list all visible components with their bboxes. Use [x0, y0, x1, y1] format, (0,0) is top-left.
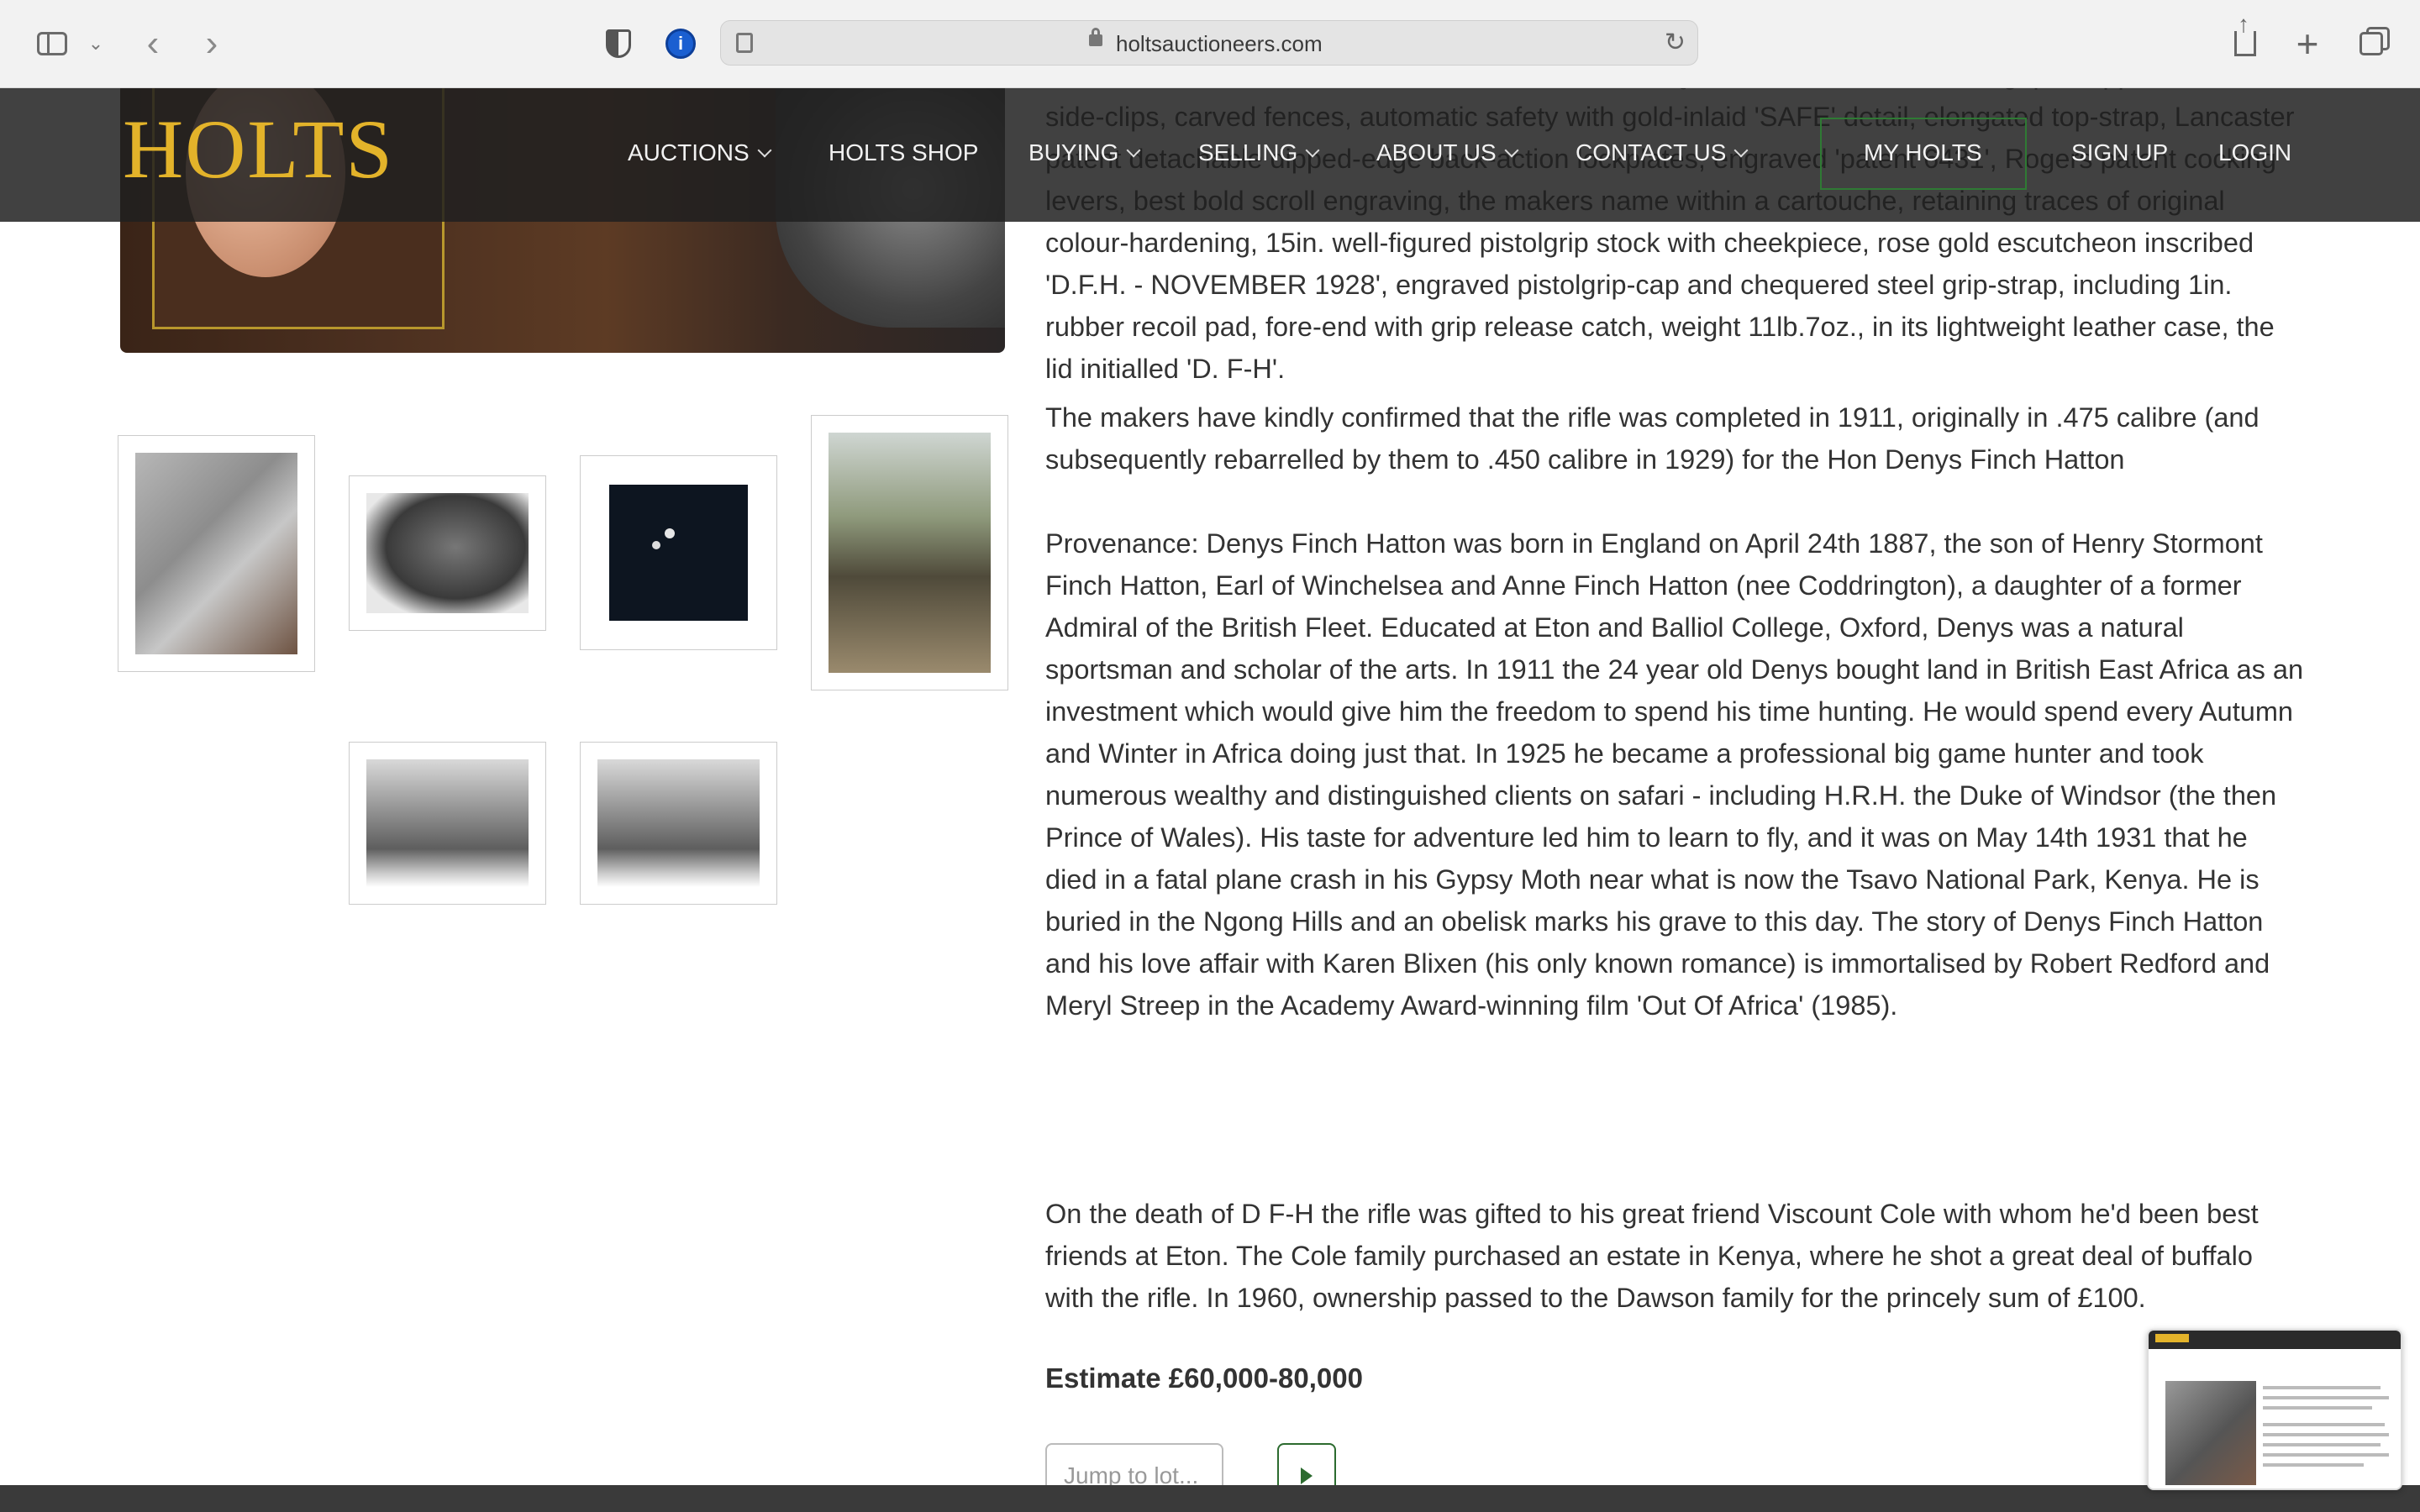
- nav-buying[interactable]: BUYING: [1028, 139, 1141, 166]
- nav-auctions-label: AUCTIONS: [628, 139, 750, 165]
- lot-thumbnail-photo-2[interactable]: [580, 742, 777, 905]
- lot-thumbnail-hunter[interactable]: [811, 415, 1008, 690]
- preview-line: [2263, 1396, 2389, 1399]
- forward-icon[interactable]: ›: [193, 25, 230, 62]
- nav-holts-shop[interactable]: HOLTS SHOP: [829, 139, 978, 166]
- page-icon: [736, 33, 753, 53]
- site-header: HOLTS AUCTIONS HOLTS SHOP BUYING SELLING…: [0, 87, 2420, 222]
- browser-toolbar: ⌄ ‹ › i holtsauctioneers.com ↻ +: [0, 0, 2420, 88]
- lot-thumbnail-photo-1[interactable]: [349, 742, 546, 905]
- tab-overview-icon[interactable]: [2353, 25, 2390, 62]
- lot-thumbnail-buffalo[interactable]: [349, 475, 546, 631]
- address-bar[interactable]: holtsauctioneers.com ↻: [720, 20, 1698, 66]
- sidebar-toggle-icon[interactable]: [32, 25, 72, 62]
- preview-line: [2263, 1423, 2385, 1426]
- screenshot-preview-thumbnail[interactable]: [2147, 1329, 2402, 1490]
- preview-line: [2263, 1453, 2389, 1457]
- lot-thumbnail-rifle[interactable]: [118, 435, 315, 672]
- back-icon[interactable]: ‹: [134, 25, 171, 62]
- preview-line: [2263, 1386, 2381, 1389]
- play-arrow-icon: [1301, 1467, 1313, 1484]
- chevron-down-icon: [1305, 143, 1320, 158]
- preview-line: [2263, 1433, 2389, 1436]
- url-text[interactable]: holtsauctioneers.com: [1116, 31, 1323, 57]
- reload-icon[interactable]: ↻: [1665, 28, 1686, 57]
- nav-sign-up-label: SIGN UP: [2071, 139, 2169, 165]
- holts-logo[interactable]: HOLTS: [123, 108, 394, 192]
- nav-about-us[interactable]: ABOUT US: [1376, 139, 1519, 166]
- nav-holts-shop-label: HOLTS SHOP: [829, 139, 979, 165]
- lot-thumbnail-target[interactable]: [580, 455, 777, 650]
- password-manager-icon[interactable]: i: [662, 25, 699, 62]
- preview-line: [2263, 1463, 2364, 1467]
- chevron-down-icon: [1504, 143, 1519, 158]
- new-tab-icon[interactable]: +: [2289, 24, 2326, 63]
- nav-login[interactable]: LOGIN: [2218, 139, 2291, 166]
- nav-contact-us[interactable]: CONTACT US: [1576, 139, 1749, 166]
- lot-provenance: Provenance: Denys Finch Hatton was born …: [1045, 528, 2304, 1021]
- privacy-shield-icon[interactable]: [600, 25, 637, 62]
- nav-auctions[interactable]: AUCTIONS: [628, 139, 772, 166]
- nav-buying-label: BUYING: [1028, 139, 1119, 165]
- nav-login-label: LOGIN: [2218, 139, 2292, 165]
- footer-bar: [0, 1485, 2420, 1512]
- preview-header: [2149, 1331, 2401, 1349]
- preview-image: [2165, 1381, 2256, 1485]
- chevron-down-icon[interactable]: ⌄: [84, 25, 108, 62]
- nav-about-us-label: ABOUT US: [1376, 139, 1497, 165]
- lot-makers-confirmation: The makers have kindly confirmed that th…: [1045, 402, 2260, 475]
- nav-my-holts-label: MY HOLTS: [1864, 139, 1982, 165]
- preview-line: [2263, 1443, 2381, 1446]
- chevron-down-icon: [1733, 143, 1749, 158]
- nav-contact-us-label: CONTACT US: [1576, 139, 1727, 165]
- chevron-down-icon: [1126, 143, 1141, 158]
- preview-line: [2263, 1406, 2372, 1410]
- lot-estimate: Estimate £60,000-80,000: [1045, 1362, 1363, 1394]
- chevron-down-icon: [757, 143, 772, 158]
- share-icon[interactable]: [2227, 13, 2264, 62]
- lot-ownership-history: On the death of D F-H the rifle was gift…: [1045, 1199, 2259, 1313]
- nav-selling-label: SELLING: [1198, 139, 1298, 165]
- lock-icon: [1089, 28, 1102, 46]
- nav-sign-up[interactable]: SIGN UP: [2071, 139, 2168, 166]
- nav-selling[interactable]: SELLING: [1198, 139, 1320, 166]
- nav-my-holts[interactable]: MY HOLTS: [1864, 139, 1982, 166]
